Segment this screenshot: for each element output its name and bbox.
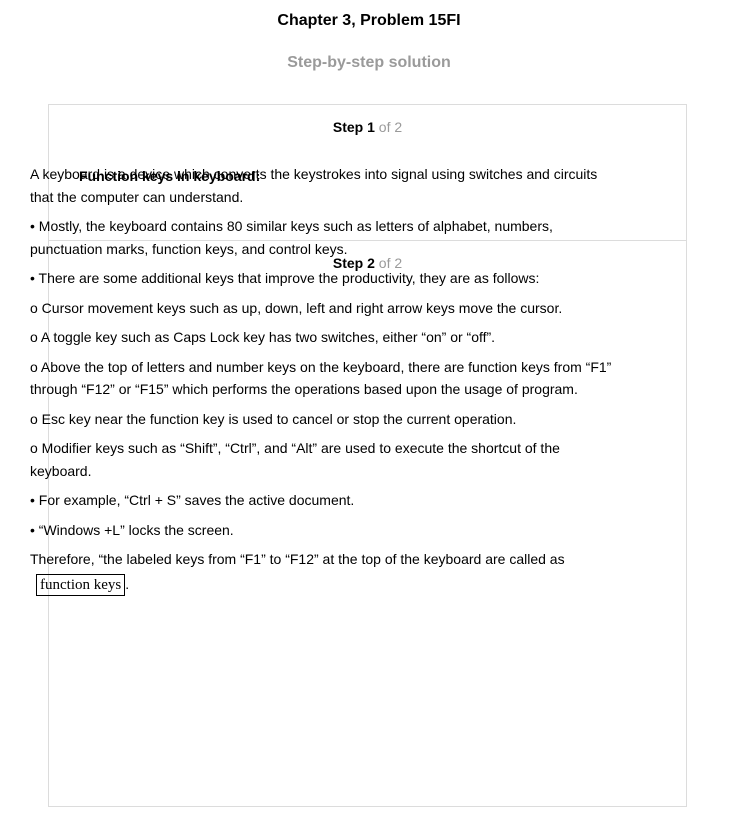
step-2-body: A keyboard is a device which converts th… (30, 163, 615, 596)
step-2-paragraph: • There are some additional keys that im… (30, 270, 540, 286)
step-1-header: Step 1 of 2 (49, 118, 686, 136)
step-1-number: 1 (367, 119, 375, 135)
answer-suffix: . (125, 575, 130, 592)
step-2-paragraph: • Mostly, the keyboard contains 80 simil… (30, 218, 553, 257)
step-2-paragraph: o Above the top of letters and number ke… (30, 358, 612, 398)
step-2-paragraph: o Cursor movement keys such as up, down,… (30, 299, 563, 316)
step-1-word: Step (332, 119, 364, 135)
step-2-paragraph: • For example, “Ctrl + S” saves the acti… (30, 492, 355, 508)
conclusion-text: Therefore, “the labeled keys from “F1” t… (30, 551, 565, 567)
page-subtitle: Step-by-step solution (287, 54, 451, 71)
step-1-total: of 2 (378, 119, 403, 135)
step-2-paragraph: o Modifier keys such as “Shift”, “Ctrl”,… (30, 440, 560, 479)
step-2-paragraph: • “Windows +L” locks the screen. (30, 521, 234, 538)
boxed-answer: function keys (36, 573, 126, 596)
step-2-paragraph: A keyboard is a device which converts th… (30, 166, 598, 205)
step-2-conclusion: Therefore, “the labeled keys from “F1” t… (30, 548, 615, 596)
step-2-paragraph: o A toggle key such as Caps Lock key has… (30, 329, 496, 345)
step-2-paragraph: o Esc key near the function key is used … (30, 410, 517, 427)
page-title: Chapter 3, Problem 15FI (277, 12, 461, 29)
